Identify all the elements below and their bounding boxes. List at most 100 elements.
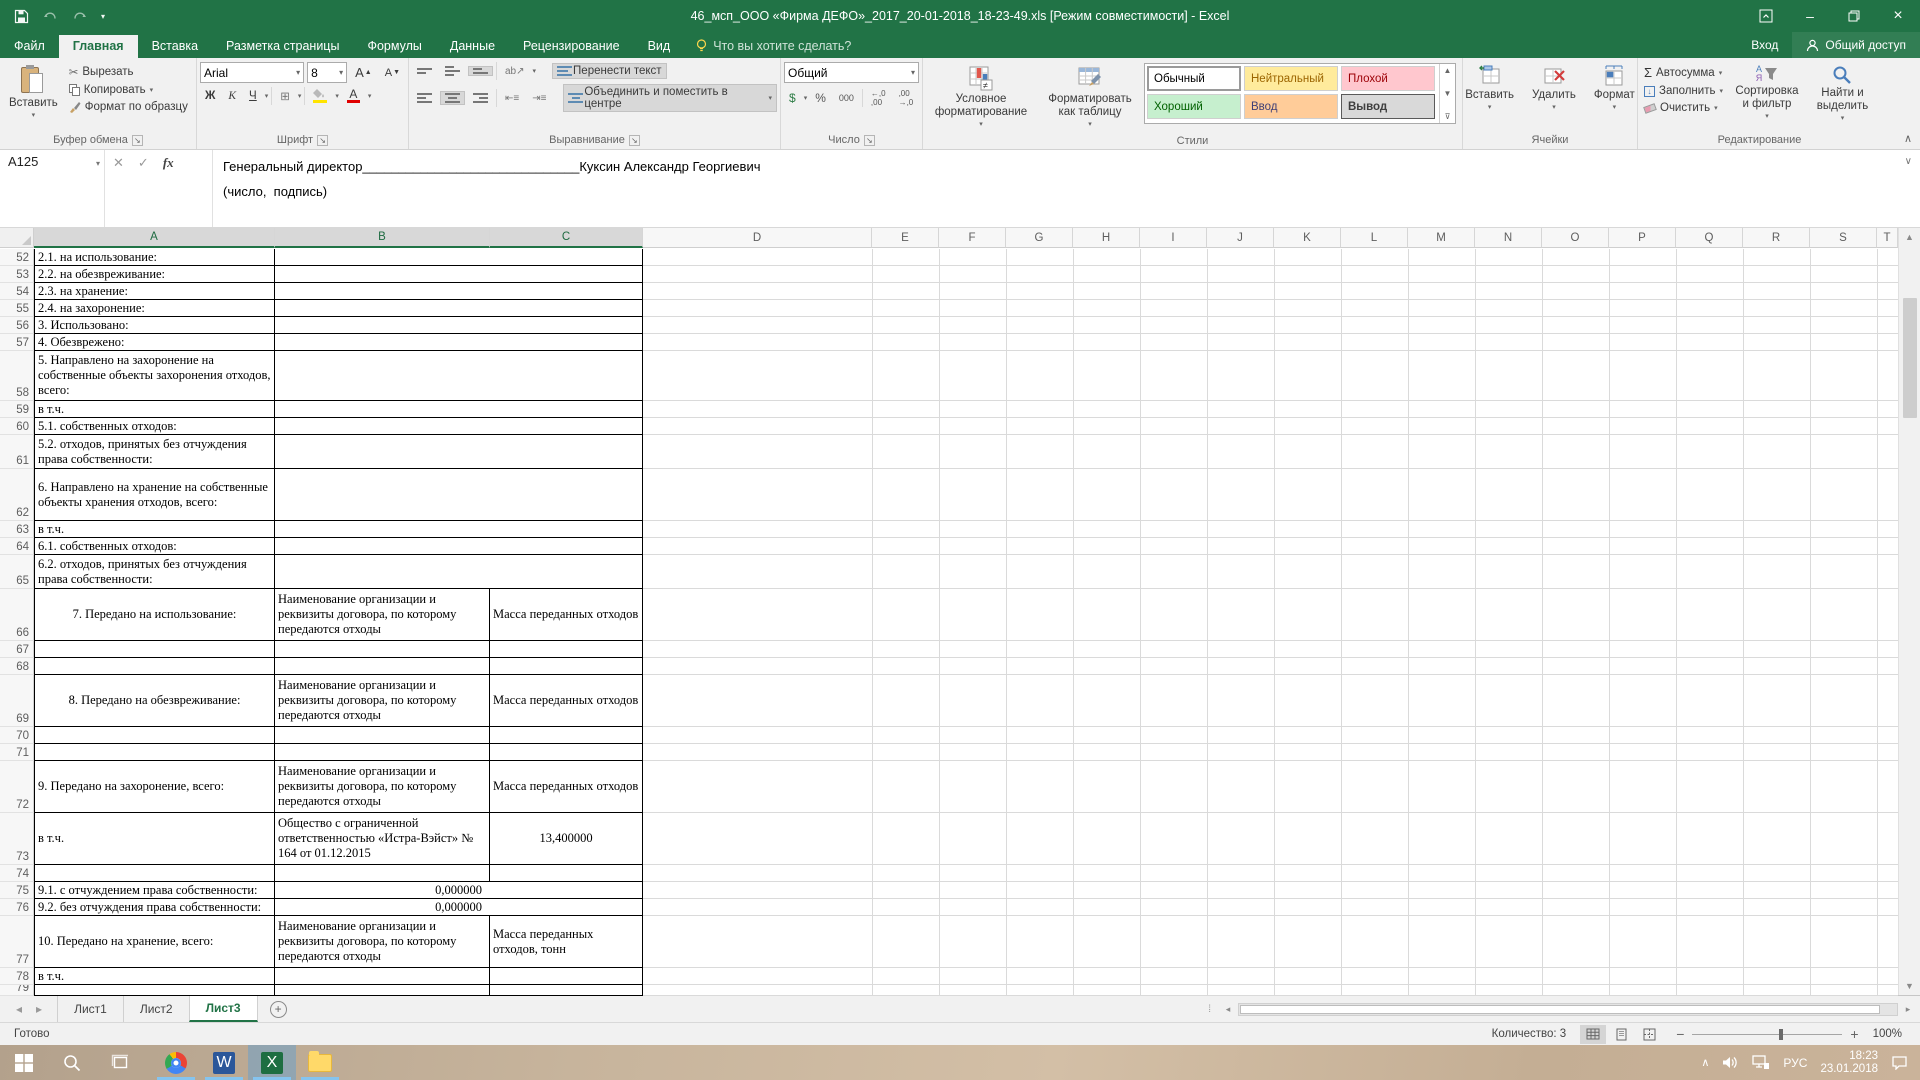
cell-A69[interactable]: 8. Передано на обезвреживание: — [34, 675, 275, 727]
row-header-68[interactable]: 68 — [0, 658, 34, 675]
column-header-O[interactable]: O — [1542, 228, 1609, 248]
cell-B73[interactable]: Общество с ограниченной ответственностью… — [275, 813, 490, 865]
cell-A54[interactable]: 2.3. на хранение: — [34, 283, 275, 300]
column-header-T[interactable]: T — [1877, 228, 1898, 248]
cell-B69[interactable]: Наименование организации и реквизиты дог… — [275, 675, 490, 727]
normal-view-icon[interactable] — [1580, 1025, 1606, 1044]
cell-B59-C59-merged[interactable] — [275, 401, 643, 418]
column-header-G[interactable]: G — [1006, 228, 1073, 248]
row-header-72[interactable]: 72 — [0, 761, 34, 813]
enter-entry-icon[interactable]: ✓ — [138, 155, 149, 171]
cell-A79[interactable] — [34, 985, 275, 996]
insert-cells-button[interactable]: Вставить▾ — [1459, 62, 1520, 115]
alignment-dialog-launcher-icon[interactable]: ↘ — [629, 135, 640, 146]
cell-style-3[interactable]: Плохой — [1341, 66, 1435, 91]
row-header-71[interactable]: 71 — [0, 744, 34, 761]
volume-icon[interactable] — [1722, 1055, 1739, 1070]
cell-C78[interactable] — [490, 968, 643, 985]
row-header-67[interactable]: 67 — [0, 641, 34, 658]
sheet-nav-right-icon[interactable]: ▸ — [36, 1002, 42, 1016]
cell-C67[interactable] — [490, 641, 643, 658]
ribbon-tab-разметка страницы[interactable]: Разметка страницы — [212, 35, 353, 58]
row-header-61[interactable]: 61 — [0, 435, 34, 469]
column-header-I[interactable]: I — [1140, 228, 1207, 248]
cell-C77[interactable]: Масса переданных отходов, тонн — [490, 916, 643, 968]
tell-me-box[interactable]: Что вы хотите сделать? — [684, 35, 863, 58]
gallery-down-icon[interactable]: ▼ — [1444, 89, 1452, 98]
cell-B55-C55-merged[interactable] — [275, 300, 643, 317]
clipboard-dialog-launcher-icon[interactable]: ↘ — [132, 135, 143, 146]
cell-C69[interactable]: Масса переданных отходов — [490, 675, 643, 727]
cell-A70[interactable] — [34, 727, 275, 744]
horizontal-scroll-thumb[interactable] — [1240, 1005, 1880, 1014]
sort-filter-button[interactable]: АЯ Сортировка и фильтр▾ — [1729, 62, 1805, 124]
increase-decimal-icon[interactable]: ←,0,00 — [866, 87, 891, 109]
chrome-taskbar-button[interactable] — [152, 1045, 200, 1080]
cell-B54-C54-merged[interactable] — [275, 283, 643, 300]
clear-button[interactable]: Очистить▾ — [1641, 101, 1727, 115]
row-header-78[interactable]: 78 — [0, 968, 34, 985]
cell-A57[interactable]: 4. Обезврежено: — [34, 334, 275, 351]
cell-C68[interactable] — [490, 658, 643, 675]
explorer-taskbar-button[interactable] — [296, 1045, 344, 1080]
format-painter-button[interactable]: Формат по образцу — [66, 100, 191, 114]
cell-A74[interactable] — [34, 865, 275, 882]
formula-content[interactable]: Генеральный директор____________________… — [213, 150, 1920, 227]
cell-B60-C60-merged[interactable] — [275, 418, 643, 435]
increase-indent-icon[interactable]: ⇥≡ — [527, 91, 551, 106]
align-left-icon[interactable] — [412, 91, 437, 105]
bold-button[interactable]: Ж — [200, 88, 220, 104]
cell-B67[interactable] — [275, 641, 490, 658]
cell-style-6[interactable]: Вывод — [1341, 94, 1435, 119]
row-header-76[interactable]: 76 — [0, 899, 34, 916]
cell-A77[interactable]: 10. Передано на хранение, всего: — [34, 916, 275, 968]
cell-A65[interactable]: 6.2. отходов, принятых без отчуждения пр… — [34, 555, 275, 589]
share-button[interactable]: Общий доступ — [1792, 32, 1920, 58]
collapse-ribbon-icon[interactable]: ∧ — [1904, 132, 1912, 145]
cell-A62[interactable]: 6. Направлено на хранение на собственные… — [34, 469, 275, 521]
network-icon[interactable] — [1752, 1055, 1770, 1070]
new-sheet-button[interactable]: + — [270, 1001, 287, 1018]
cell-A68[interactable] — [34, 658, 275, 675]
close-button[interactable]: × — [1876, 0, 1920, 32]
format-cells-button[interactable]: Формат▾ — [1588, 62, 1641, 115]
decrease-indent-icon[interactable]: ⇤≡ — [500, 91, 524, 106]
sheet-tab-лист3[interactable]: Лист3 — [189, 996, 258, 1022]
hscroll-left-icon[interactable]: ◂ — [1220, 1001, 1236, 1017]
cell-B75-C75-merged[interactable]: 0,000000 — [275, 882, 643, 899]
fill-color-dropdown-icon[interactable]: ▾ — [335, 92, 339, 100]
cell-A67[interactable] — [34, 641, 275, 658]
row-header-77[interactable]: 77 — [0, 916, 34, 968]
cell-B62-C62-merged[interactable] — [275, 469, 643, 521]
decrease-decimal-icon[interactable]: ,00→,0 — [894, 87, 919, 109]
fill-color-button[interactable] — [308, 87, 332, 105]
cell-style-1[interactable]: Обычный — [1147, 66, 1241, 91]
accounting-format-icon[interactable]: $ — [784, 89, 801, 107]
row-header-58[interactable]: 58 — [0, 351, 34, 401]
cell-A73[interactable]: в т.ч. — [34, 813, 275, 865]
italic-button[interactable]: К — [223, 88, 241, 104]
cell-B56-C56-merged[interactable] — [275, 317, 643, 334]
ribbon-tab-главная[interactable]: Главная — [59, 35, 138, 58]
fill-button[interactable]: ↓Заполнить▾ — [1641, 84, 1727, 98]
cell-C74[interactable] — [490, 865, 643, 882]
row-header-73[interactable]: 73 — [0, 813, 34, 865]
column-header-C[interactable]: C — [490, 228, 643, 248]
sheet-tab-лист1[interactable]: Лист1 — [57, 996, 124, 1022]
column-header-P[interactable]: P — [1609, 228, 1676, 248]
row-header-54[interactable]: 54 — [0, 283, 34, 300]
cell-B65-C65-merged[interactable] — [275, 555, 643, 589]
cell-style-2[interactable]: Нейтральный — [1244, 66, 1338, 91]
ribbon-tab-вид[interactable]: Вид — [634, 35, 685, 58]
cell-B71[interactable] — [275, 744, 490, 761]
cut-button[interactable]: ✂Вырезать — [66, 64, 191, 80]
cell-B63-C63-merged[interactable] — [275, 521, 643, 538]
cell-A61[interactable]: 5.2. отходов, принятых без отчуждения пр… — [34, 435, 275, 469]
row-header-74[interactable]: 74 — [0, 865, 34, 882]
cell-A53[interactable]: 2.2. на обезвреживание: — [34, 266, 275, 283]
ribbon-tab-формулы[interactable]: Формулы — [353, 35, 435, 58]
column-header-B[interactable]: B — [275, 228, 490, 248]
restore-button[interactable] — [1832, 0, 1876, 32]
autosum-button[interactable]: ΣАвтосумма▾ — [1641, 64, 1727, 81]
cell-C72[interactable]: Масса переданных отходов — [490, 761, 643, 813]
